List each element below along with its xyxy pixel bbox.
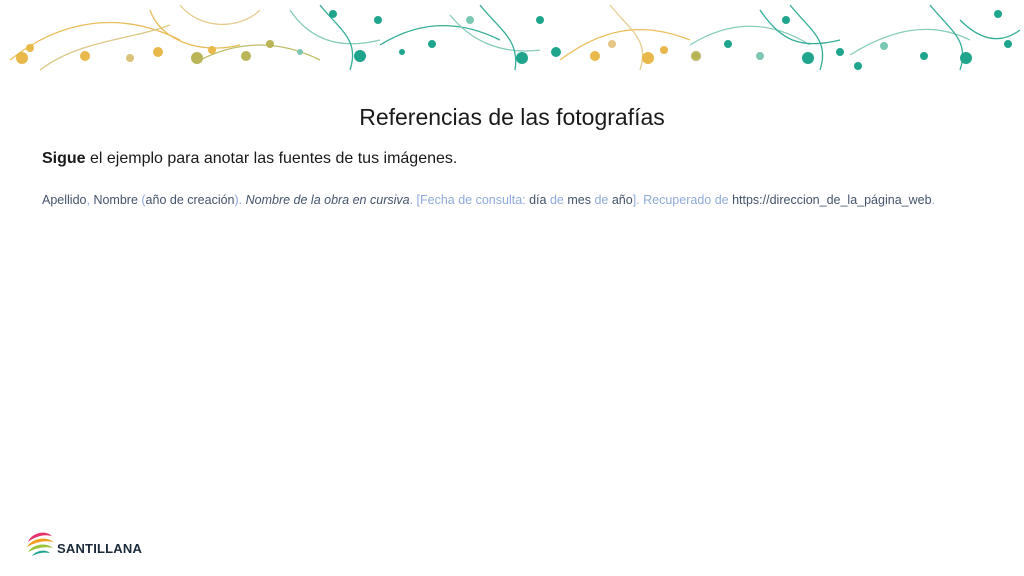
santillana-logo-icon xyxy=(27,532,54,556)
example-nombre: Nombre xyxy=(93,193,138,207)
floral-banner xyxy=(9,4,1021,71)
example-url: https://direccion_de_la_página_web xyxy=(732,193,932,207)
example-dia: día xyxy=(529,193,547,207)
example-end: . xyxy=(931,193,936,207)
example-anio: año xyxy=(611,193,633,207)
slide-title: Referencias de las fotografías xyxy=(359,104,665,130)
example-de1: de xyxy=(546,193,568,207)
example-recuperado: ]. Recuperado de xyxy=(632,193,733,207)
example-consulta: . [Fecha de consulta: xyxy=(409,193,530,207)
example-obra: Nombre de la obra en cursiva xyxy=(245,193,410,207)
example-paren-close: ). xyxy=(234,193,246,207)
santillana-logo: SANTILLANA xyxy=(24,528,143,560)
example-apellido: Apellido xyxy=(42,193,87,207)
example-anio-creacion: año de creación xyxy=(145,193,235,207)
example-mes: mes xyxy=(567,193,591,207)
instruction-bold: Sigue xyxy=(42,150,86,167)
instruction-rest: el ejemplo para anotar las fuentes de tu… xyxy=(85,150,458,167)
example-paren-open: ( xyxy=(137,193,146,207)
logo-text: SANTILLANA xyxy=(57,541,143,556)
reference-example: Apellido, Nombre (año de creación). Nomb… xyxy=(42,193,935,207)
instruction-text: Sigue el ejemplo para anotar las fuentes… xyxy=(42,150,457,168)
example-de2: de xyxy=(590,193,612,207)
